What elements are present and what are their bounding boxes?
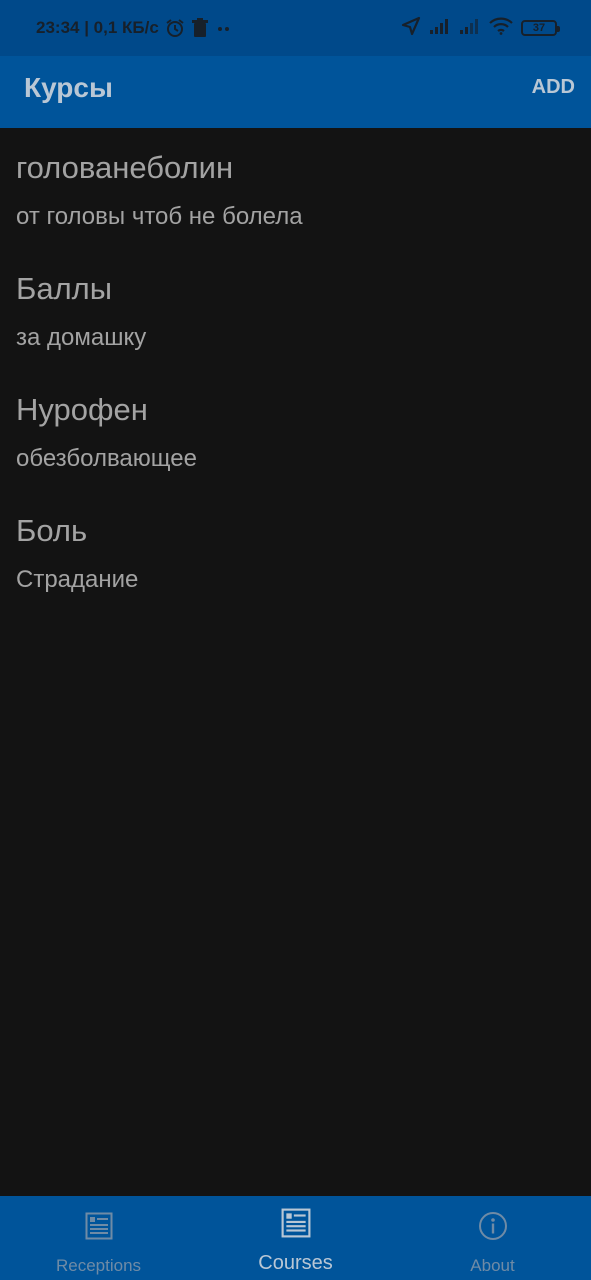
battery-indicator: 37 — [521, 20, 560, 36]
page-title: Курсы — [24, 72, 113, 103]
course-name: Баллы — [16, 271, 113, 306]
status-time: 23:34 | 0,1 КБ/с — [36, 18, 159, 37]
status-left: 23:34 | 0,1 КБ/с — [36, 17, 233, 39]
add-button[interactable]: ADD — [532, 76, 575, 99]
tab-receptions[interactable]: Receptions — [0, 1196, 197, 1280]
list-item[interactable]: Нурофен обезболвающее — [0, 370, 591, 491]
alarm-icon — [165, 18, 185, 38]
list-document-icon — [85, 1211, 113, 1241]
course-name: Нурофен — [16, 392, 148, 427]
location-arrow-icon — [401, 16, 421, 41]
tab-label: Receptions — [55, 1256, 142, 1275]
tab-about[interactable]: About — [394, 1196, 591, 1280]
course-name: Боль — [16, 513, 88, 548]
app-bar: Курсы ADD — [0, 56, 591, 128]
list-document-icon — [281, 1208, 311, 1238]
course-description: от головы чтоб не болела — [16, 203, 303, 230]
status-right: 37 — [401, 16, 560, 41]
course-list: голованеболин от головы чтоб не болела Б… — [0, 128, 591, 612]
course-description: Страдание — [16, 566, 139, 593]
list-item[interactable]: Боль Страдание — [0, 491, 591, 612]
course-description: за домашку — [16, 324, 147, 351]
bottom-nav: Receptions Courses About — [0, 1196, 591, 1280]
wifi-icon — [489, 17, 513, 40]
signal-icon — [429, 17, 451, 40]
more-dots-icon — [215, 18, 233, 38]
tab-label: Courses — [258, 1252, 333, 1274]
info-icon — [478, 1211, 508, 1241]
status-bar: 23:34 | 0,1 КБ/с 37 — [0, 0, 591, 56]
course-description: обезболвающее — [16, 445, 197, 472]
list-item[interactable]: Баллы за домашку — [0, 249, 591, 370]
tab-label: About — [470, 1256, 515, 1275]
course-name: голованеболин — [16, 150, 234, 185]
trash-icon — [191, 18, 209, 38]
signal-icon-2 — [459, 17, 481, 40]
tab-courses[interactable]: Courses — [197, 1196, 394, 1280]
list-item[interactable]: голованеболин от головы чтоб не болела — [0, 128, 591, 249]
